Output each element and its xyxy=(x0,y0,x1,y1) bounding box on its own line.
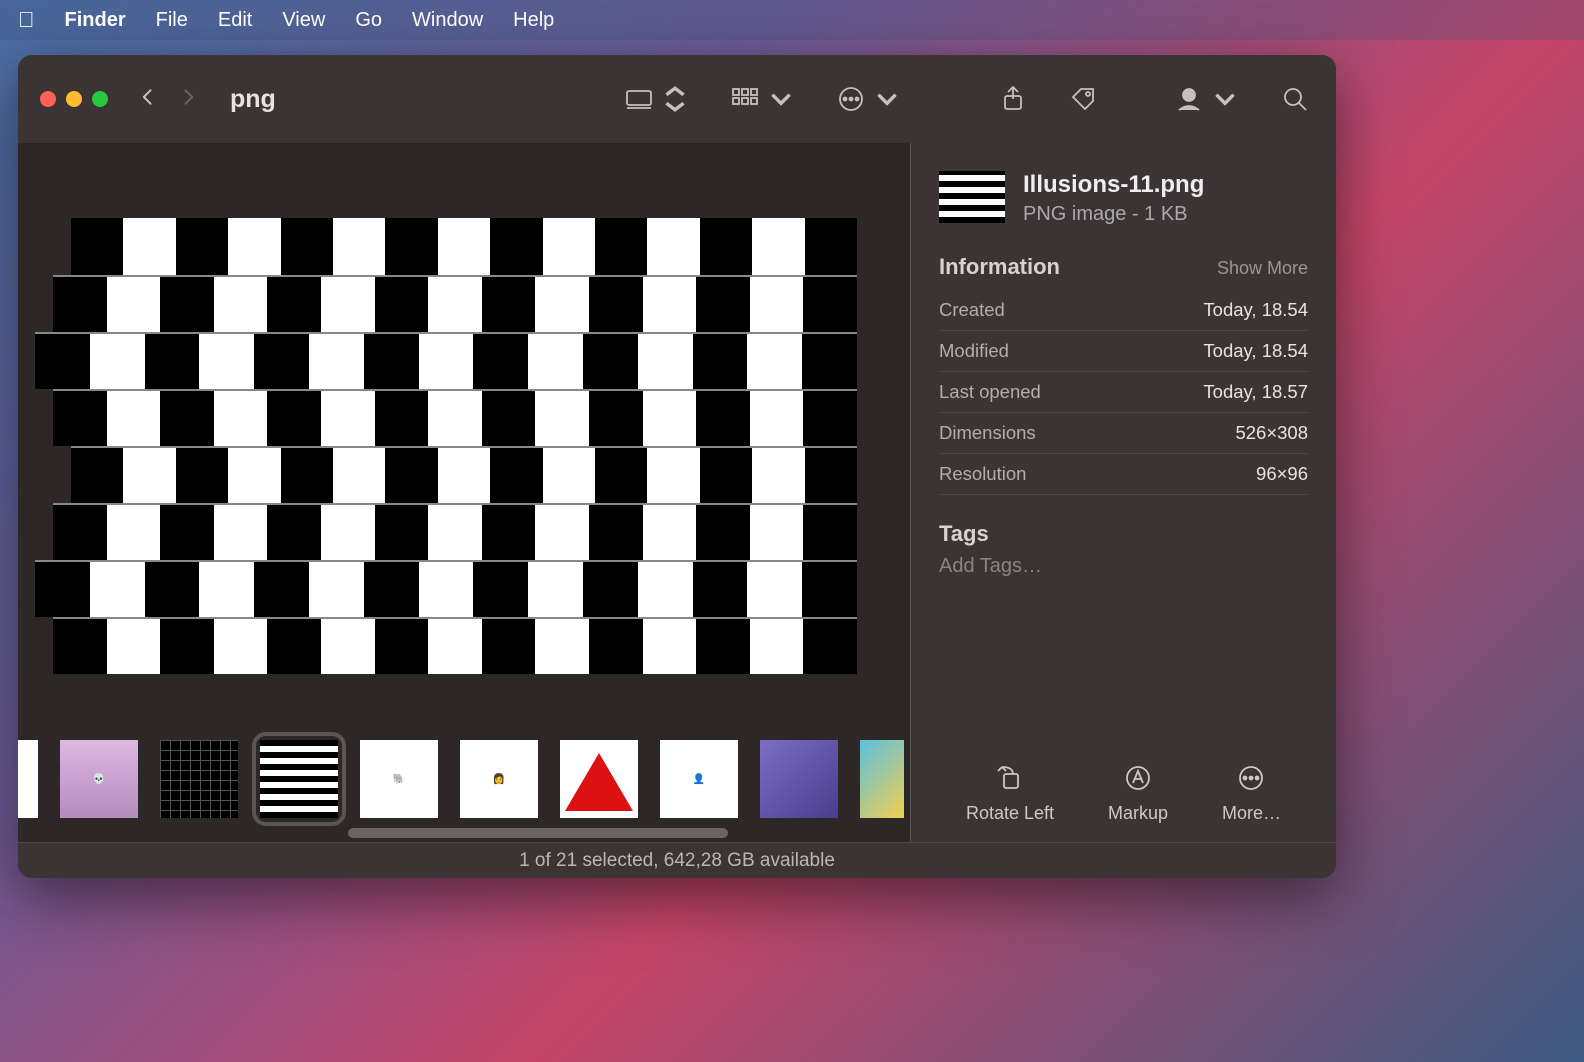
menu-window[interactable]: Window xyxy=(412,9,483,32)
thumb-illusion-triangle[interactable] xyxy=(560,740,638,818)
thumb-illusion-skull[interactable]: 💀 xyxy=(60,740,138,818)
menu-help[interactable]: Help xyxy=(513,9,554,32)
tags-input[interactable]: Add Tags… xyxy=(939,555,1308,578)
action-menu-button[interactable] xyxy=(832,80,906,118)
menu-view[interactable]: View xyxy=(282,9,325,32)
window-title: png xyxy=(230,85,276,114)
close-button[interactable] xyxy=(40,91,56,107)
status-bar: 1 of 21 selected, 642,28 GB available xyxy=(18,842,1336,878)
user-button[interactable] xyxy=(1170,80,1244,118)
file-type-size: PNG image - 1 KB xyxy=(1023,203,1204,226)
thumb-illusion-text[interactable] xyxy=(18,740,38,818)
info-section-title: Information xyxy=(939,254,1060,280)
apple-icon[interactable]:  xyxy=(18,7,35,33)
thumb-illusion-elephant[interactable]: 🐘 xyxy=(360,740,438,818)
label-modified: Modified xyxy=(939,340,1009,362)
thumb-illusion-silhouette[interactable]: 👤 xyxy=(660,740,738,818)
group-button[interactable] xyxy=(726,80,800,118)
forward-button[interactable] xyxy=(178,83,198,116)
label-last-opened: Last opened xyxy=(939,381,1041,403)
share-button[interactable] xyxy=(994,80,1032,118)
thumb-illusion-necker[interactable] xyxy=(860,740,904,818)
show-more-button[interactable]: Show More xyxy=(1217,258,1308,279)
horizontal-scrollbar[interactable] xyxy=(348,828,728,838)
value-resolution: 96×96 xyxy=(1256,463,1308,485)
menu-edit[interactable]: Edit xyxy=(218,9,252,32)
file-name: Illusions-11.png xyxy=(1023,171,1204,199)
menu-go[interactable]: Go xyxy=(355,9,382,32)
menu-file[interactable]: File xyxy=(156,9,188,32)
preview-area xyxy=(18,143,910,716)
info-sidebar: Illusions-11.png PNG image - 1 KB Inform… xyxy=(910,143,1336,842)
label-dimensions: Dimensions xyxy=(939,422,1036,444)
toolbar: png xyxy=(18,55,1336,143)
preview-image[interactable] xyxy=(71,218,857,674)
search-button[interactable] xyxy=(1276,80,1314,118)
value-modified: Today, 18.54 xyxy=(1203,340,1308,362)
thumb-illusion-faces[interactable]: 👩 xyxy=(460,740,538,818)
rotate-left-label: Rotate Left xyxy=(966,803,1054,824)
more-button[interactable]: More… xyxy=(1222,763,1281,824)
value-last-opened: Today, 18.57 xyxy=(1203,381,1308,403)
thumb-illusion-grid[interactable] xyxy=(160,740,238,818)
nav-buttons xyxy=(138,83,198,116)
label-created: Created xyxy=(939,299,1005,321)
tag-button[interactable] xyxy=(1064,80,1102,118)
rotate-left-button[interactable]: Rotate Left xyxy=(966,763,1054,824)
markup-button[interactable]: Markup xyxy=(1108,763,1168,824)
more-label: More… xyxy=(1222,803,1281,824)
value-dimensions: 526×308 xyxy=(1235,422,1308,444)
menubar:  Finder File Edit View Go Window Help xyxy=(0,0,1584,40)
main-pane: 💀 🐘 👩 👤 xyxy=(18,143,910,842)
value-created: Today, 18.54 xyxy=(1203,299,1308,321)
info-thumbnail xyxy=(939,171,1005,223)
view-mode-button[interactable] xyxy=(620,80,694,118)
window-controls xyxy=(40,91,108,107)
markup-label: Markup xyxy=(1108,803,1168,824)
back-button[interactable] xyxy=(138,83,158,116)
app-name[interactable]: Finder xyxy=(65,9,126,32)
label-resolution: Resolution xyxy=(939,463,1026,485)
tags-heading: Tags xyxy=(939,521,1308,547)
thumb-illusion-cafe-wall[interactable] xyxy=(260,740,338,818)
finder-window: png xyxy=(18,55,1336,878)
minimize-button[interactable] xyxy=(66,91,82,107)
thumbnail-strip: 💀 🐘 👩 👤 xyxy=(18,716,910,842)
zoom-button[interactable] xyxy=(92,91,108,107)
thumb-illusion-cube[interactable] xyxy=(760,740,838,818)
